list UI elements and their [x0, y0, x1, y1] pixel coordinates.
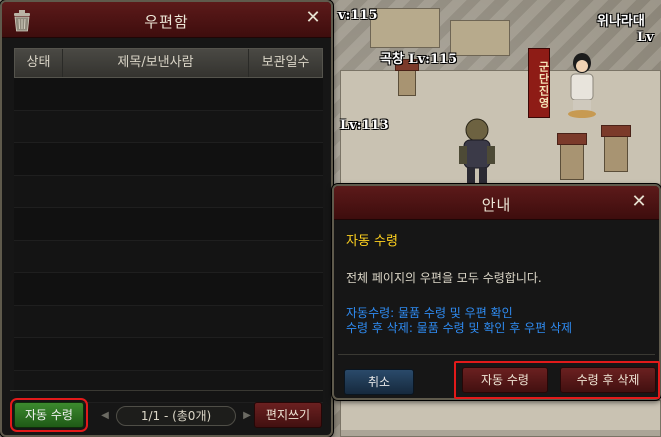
level-label: Lv	[637, 30, 654, 45]
watch-tower	[395, 59, 419, 96]
divider	[10, 390, 323, 391]
building-roof	[370, 8, 440, 48]
column-header-storage-days[interactable]: 보관일수	[249, 49, 322, 77]
notice-heading: 자동 수령	[346, 234, 398, 249]
mail-row[interactable]	[14, 305, 323, 338]
notice-title: 안내	[481, 196, 512, 214]
legion-banner[interactable]: 군단진영	[528, 48, 550, 118]
notice-description-auto: 자동수령: 물품 수령 및 우편 확인	[346, 306, 513, 320]
mail-row[interactable]	[14, 143, 323, 176]
fortress-wall	[340, 400, 661, 437]
column-header-status[interactable]: 상태	[15, 49, 63, 77]
prev-page-icon[interactable]: ◀	[98, 406, 112, 426]
column-header-subject-sender[interactable]: 제목/보낸사람	[63, 49, 249, 77]
nation-name-label: 위나라대	[597, 14, 645, 29]
mail-row[interactable]	[14, 110, 323, 143]
mail-list	[14, 78, 323, 403]
watch-tower	[557, 133, 587, 180]
mail-row[interactable]	[14, 273, 323, 306]
mail-row[interactable]	[14, 240, 323, 273]
notice-message: 전체 페이지의 우편을 모두 수령합니다.	[346, 271, 542, 285]
watch-tower	[601, 125, 631, 172]
notice-description-delete: 수령 후 삭제: 물품 수령 및 확인 후 우편 삭제	[346, 321, 573, 335]
cancel-button[interactable]: 취소	[344, 369, 414, 395]
mail-table: 상태 제목/보낸사람 보관일수	[14, 48, 323, 403]
mailbox-titlebar[interactable]: 우편함 ✕	[2, 2, 331, 38]
notice-dialog: 안내 ✕ 자동 수령 전체 페이지의 우편을 모두 수령합니다. 자동수령: 물…	[332, 184, 661, 400]
building-roof	[450, 20, 510, 56]
level-label: Lv:113	[340, 118, 389, 133]
mail-row[interactable]	[14, 370, 323, 403]
notice-titlebar[interactable]: 안내 ✕	[334, 186, 659, 220]
npc-character[interactable]	[562, 52, 602, 118]
close-icon[interactable]: ✕	[303, 9, 323, 29]
page-indicator: 1/1 - (총0개)	[116, 406, 236, 426]
level-label: v:115	[338, 8, 378, 23]
auto-receive-button[interactable]: 자동 수령	[10, 398, 88, 432]
mail-row[interactable]	[14, 338, 323, 371]
divider	[338, 354, 655, 355]
next-page-icon[interactable]: ▶	[240, 406, 254, 426]
mailbox-title: 우편함	[144, 13, 189, 31]
auto-receive-confirm-button[interactable]: 자동 수령	[462, 367, 548, 393]
close-icon[interactable]: ✕	[629, 193, 649, 213]
write-letter-button[interactable]: 편지쓰기	[254, 402, 322, 428]
mailbox-window: 우편함 ✕ 상태 제목/보낸사람 보관일수 자동 수령 ◀ 1/1 - (총0개…	[0, 0, 333, 437]
pagination: ◀ 1/1 - (총0개) ▶	[98, 406, 254, 426]
receive-and-delete-button[interactable]: 수령 후 삭제	[560, 367, 656, 393]
mail-row[interactable]	[14, 175, 323, 208]
mail-row[interactable]	[14, 78, 323, 111]
mail-table-header: 상태 제목/보낸사람 보관일수	[14, 48, 323, 78]
granary-level-label: 곡창 Lv:115	[380, 52, 458, 67]
mail-row[interactable]	[14, 208, 323, 241]
notice-body: 자동 수령 전체 페이지의 우편을 모두 수령합니다. 자동수령: 물품 수령 …	[346, 230, 649, 336]
player-character-warrior[interactable]	[452, 116, 502, 188]
